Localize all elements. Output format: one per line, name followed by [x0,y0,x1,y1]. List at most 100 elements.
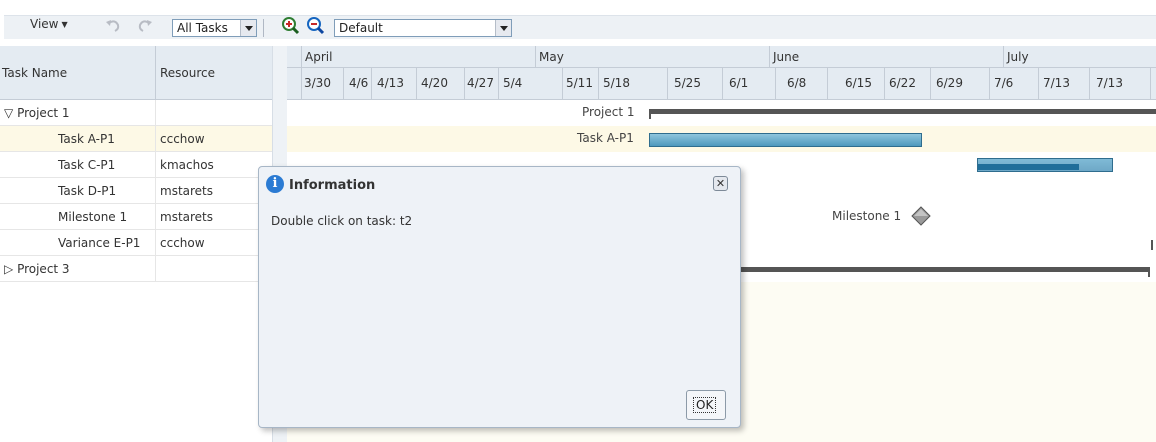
week-divider [722,68,723,100]
table-row[interactable]: Task C-P1 kmachos [0,152,272,178]
week-label: 5/11 [566,76,593,90]
progress-bar [978,164,1079,170]
week-divider [775,68,776,100]
week-label: 5/18 [603,76,630,90]
table-row[interactable]: Variance E-P1 ccchow [0,230,272,256]
table-row[interactable]: ▷ Project 3 [0,256,272,282]
bar-label: Project 1 [582,105,635,119]
week-divider [371,68,372,100]
week-label: 6/8 [787,76,807,90]
week-divider [343,68,344,100]
table-row[interactable]: Task D-P1 mstarets [0,178,272,204]
week-label: 6/29 [936,76,963,90]
table-row[interactable]: ▽ Project 1 [0,100,272,126]
resource-cell: mstarets [160,210,214,224]
week-divider [416,68,417,100]
toolbar: View ▼ All Tasks Default [0,0,1156,44]
chevron-down-icon: ▼ [61,20,68,29]
month-divider [1003,46,1004,68]
month-label: July [1007,50,1029,64]
week-divider [464,68,465,100]
column-divider [155,204,156,230]
layout-select[interactable]: Default [334,19,512,37]
week-divider [989,68,990,100]
column-divider [155,230,156,256]
task-table: Task Name Resource ▽ Project 1 Task A-P1… [0,46,287,442]
week-header: 3/30 4/6 4/13 4/20 4/27 5/4 5/11 5/18 5/… [287,68,1156,100]
gantt-row-selected: Task A-P1 [287,126,1156,152]
project-summary-bar[interactable] [649,109,1156,114]
week-label: 6/22 [889,76,916,90]
resource-column-header[interactable]: Resource [160,66,215,80]
week-label: 6/15 [845,76,872,90]
table-row-selected[interactable]: Task A-P1 ccchow [0,126,272,152]
task-bar[interactable] [649,133,922,147]
column-divider [155,100,156,126]
week-divider [562,68,563,100]
week-label: 4/13 [377,76,404,90]
ok-button[interactable]: OK [686,390,726,420]
week-label: 4/20 [421,76,448,90]
toolbar-divider [263,19,264,37]
week-divider [1038,68,1039,100]
expand-icon[interactable]: ▷ [4,262,13,276]
resource-cell: ccchow [160,236,205,250]
project-summary-bar[interactable] [741,267,1150,272]
month-label: May [539,50,564,64]
week-label: 4/27 [467,76,494,90]
column-divider [155,126,156,152]
task-name: Task C-P1 [58,158,116,172]
table-row[interactable]: Milestone 1 mstarets [0,204,272,230]
week-divider [498,68,499,100]
task-name: Task A-P1 [58,132,115,146]
summary-bar-end [1148,267,1150,277]
undo-icon[interactable] [103,16,123,36]
chevron-down-icon [240,20,256,36]
zoom-out-icon[interactable] [306,16,326,36]
task-name-column-header[interactable]: Task Name [2,66,67,80]
close-icon[interactable]: ✕ [713,176,728,191]
task-filter-value: All Tasks [177,21,228,35]
dialog-message: Double click on task: t2 [271,214,413,228]
month-label: June [773,50,800,64]
week-divider [598,68,599,100]
column-divider [155,46,156,100]
resource-cell: ccchow [160,132,205,146]
task-name: Task D-P1 [58,184,117,198]
column-divider [155,256,156,282]
week-divider [301,68,302,100]
redo-icon[interactable] [135,16,155,36]
week-label: 7/13 [1096,76,1123,90]
week-divider [1150,68,1151,100]
month-divider [535,46,536,68]
task-name: Variance E-P1 [58,236,141,250]
info-icon: i [266,175,284,193]
week-divider [884,68,885,100]
week-label: 6/1 [729,76,749,90]
week-divider [1089,68,1090,100]
resource-cell: mstarets [160,184,214,198]
collapse-icon[interactable]: ▽ [4,106,13,120]
view-menu[interactable]: View ▼ [30,17,68,31]
ok-button-label: OK [693,397,717,413]
zoom-in-icon[interactable] [281,16,301,36]
gantt-row: Project 1 [287,100,1156,126]
month-header: April May June July [287,46,1156,68]
layout-value: Default [339,21,383,35]
month-divider [769,46,770,68]
task-name: Project 3 [17,262,70,276]
week-divider [930,68,931,100]
column-divider [155,178,156,204]
week-label: 4/6 [349,76,369,90]
bar-label: Task A-P1 [577,131,634,145]
week-label: 7/6 [994,76,1014,90]
information-dialog: i Information ✕ Double click on task: t2… [258,166,741,428]
variance-marker [1151,240,1153,250]
task-table-header: Task Name Resource [0,46,272,100]
task-filter-select[interactable]: All Tasks [172,19,257,37]
week-label: 7/13 [1043,76,1070,90]
bar-label: Milestone 1 [832,209,902,223]
week-label: 5/25 [674,76,701,90]
week-divider [667,68,668,100]
milestone-diamond-icon[interactable] [911,206,931,226]
